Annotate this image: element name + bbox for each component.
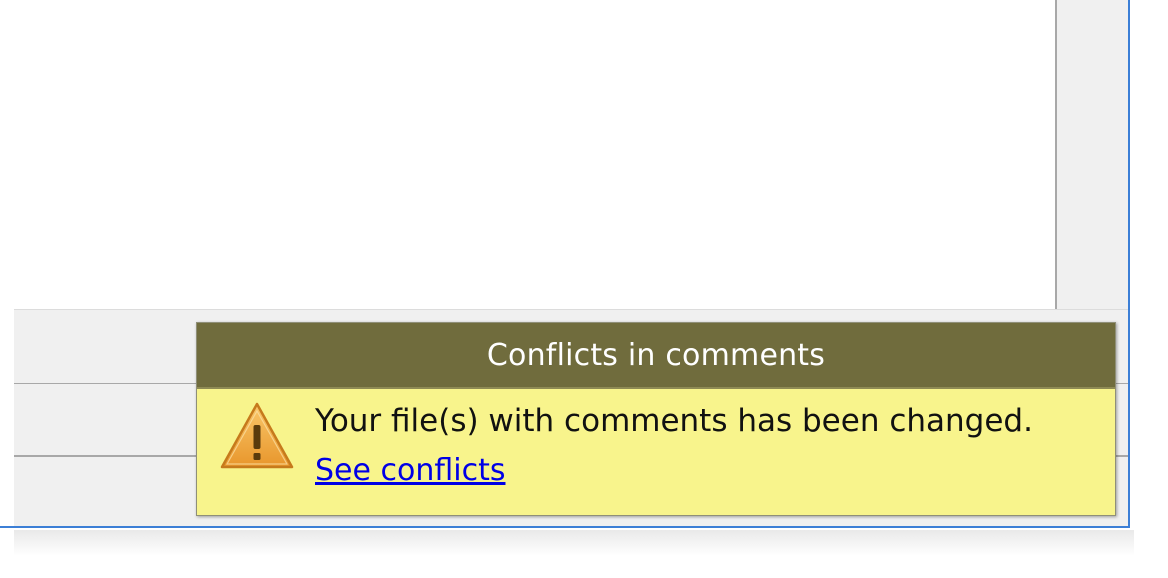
warning-icon	[220, 402, 294, 469]
notification-message: Your file(s) with comments has been chan…	[315, 403, 1033, 439]
notification-title: Conflicts in comments	[197, 323, 1115, 389]
left-margin	[0, 309, 14, 526]
editor-content-area[interactable]	[0, 0, 1057, 309]
see-conflicts-link[interactable]: See conflicts	[315, 453, 505, 488]
conflict-notification-balloon[interactable]: Conflicts in comments Your file(s) with …	[196, 322, 1116, 516]
window-shadow	[14, 530, 1134, 556]
notification-body: Your file(s) with comments has been chan…	[197, 389, 1115, 515]
